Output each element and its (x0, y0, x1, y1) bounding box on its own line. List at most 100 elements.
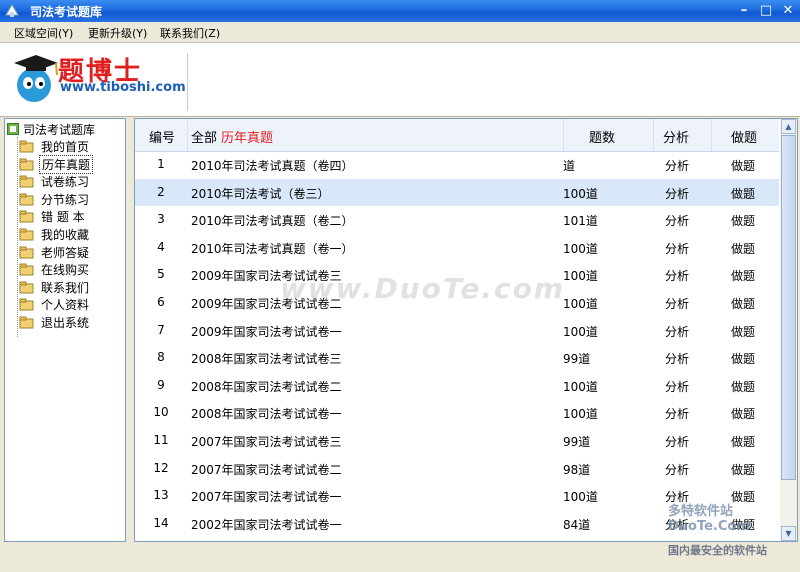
tree-item[interactable]: 错 题 本 (19, 208, 87, 225)
scroll-thumb[interactable] (781, 135, 796, 480)
row-name: 2007年国家司法考试试卷三 (191, 435, 342, 449)
app-icon (5, 4, 19, 17)
tree-item-label: 在线购买 (41, 263, 90, 278)
practice-link[interactable]: 做题 (731, 378, 755, 395)
row-name: 2002年国家司法考试试卷一 (191, 517, 342, 532)
row-count: 100道 (563, 297, 598, 311)
analyze-link[interactable]: 分析 (665, 323, 689, 340)
header-analyze[interactable]: 分析 (663, 127, 689, 146)
tree-item[interactable]: 试卷练习 (19, 173, 91, 190)
header-divider (653, 119, 654, 151)
table-row[interactable]: 10 2008年国家司法考试试卷一 100道 分析 做题 (135, 399, 779, 426)
table-row[interactable]: 7 2009年国家司法考试试卷一 100道 分析 做题 (135, 317, 779, 344)
scroll-down-button[interactable]: ▼ (781, 526, 796, 541)
row-name: 2008年国家司法考试试卷三 (191, 352, 342, 367)
close-button[interactable]: ✕ (780, 3, 796, 19)
tree-item[interactable]: 我的首页 (19, 138, 91, 155)
menu-contact[interactable]: 联系我们(Z) (160, 25, 220, 41)
practice-link[interactable]: 做题 (731, 433, 755, 450)
table-row[interactable]: 11 2007年国家司法考试试卷三 99道 分析 做题 (135, 427, 779, 454)
tree-item[interactable]: 个人资料 (19, 296, 91, 313)
row-num: 4 (157, 239, 165, 254)
practice-link[interactable]: 做题 (731, 267, 755, 284)
header-category[interactable]: 历年真题 (221, 127, 273, 146)
practice-link[interactable]: 做题 (731, 405, 755, 422)
tree-item-label: 我的首页 (41, 140, 90, 154)
practice-link[interactable]: 做题 (731, 461, 755, 478)
row-num: 6 (157, 295, 165, 309)
tree-item[interactable]: 我的收藏 (19, 226, 91, 243)
row-name: 2007年国家司法考试试卷一 (191, 490, 342, 505)
row-num: 12 (153, 460, 169, 475)
analyze-link[interactable]: 分析 (665, 212, 689, 229)
folder-icon (19, 281, 34, 294)
header-all[interactable]: 全部 (191, 127, 217, 146)
practice-link[interactable]: 做题 (731, 240, 755, 257)
tree-item-label: 退出系统 (41, 316, 90, 330)
table-row[interactable]: 8 2008年国家司法考试试卷三 99道 分析 做题 (135, 344, 779, 371)
analyze-link[interactable]: 分析 (665, 350, 689, 367)
tree-item[interactable]: 退出系统 (19, 314, 91, 331)
practice-link[interactable]: 做题 (731, 350, 755, 367)
logo-banner: 题博士 www.tiboshi.com (0, 43, 800, 117)
folder-icon (19, 246, 34, 259)
header-practice[interactable]: 做题 (731, 127, 757, 146)
row-count: 100道 (563, 186, 598, 201)
analyze-link[interactable]: 分析 (665, 405, 689, 422)
vertical-scrollbar[interactable]: ▲ ▼ (780, 119, 797, 541)
header-divider (187, 119, 188, 151)
maximize-button[interactable]: □ (758, 3, 774, 19)
tree-item-label: 分节练习 (41, 192, 90, 207)
row-num: 1 (157, 157, 165, 171)
folder-icon (19, 175, 34, 188)
tree-item-label: 历年真题 (39, 154, 94, 174)
tree-root[interactable]: 司法考试题库 (7, 121, 95, 137)
minimize-button[interactable]: – (736, 3, 752, 19)
nav-tree: 司法考试题库 我的首页 历年真题 试卷练习分节练习错 题 本我的收藏 老师答疑在线购买… (4, 118, 126, 542)
tree-guide-line (17, 137, 18, 337)
analyze-link[interactable]: 分析 (665, 295, 689, 312)
scroll-up-button[interactable]: ▲ (781, 119, 796, 134)
practice-link[interactable]: 做题 (731, 157, 755, 174)
table-row[interactable]: 3 2010年司法考试真题（卷二） 101道 分析 做题 (135, 206, 779, 233)
analyze-link[interactable]: 分析 (665, 433, 689, 450)
folder-icon (19, 210, 34, 223)
tree-item[interactable]: 在线购买 (19, 261, 91, 278)
table-row[interactable]: 12 2007年国家司法考试试卷二 98道 分析 做题 (135, 455, 779, 482)
row-count: 100道 (563, 241, 598, 256)
mascot-icon (14, 55, 58, 102)
practice-link[interactable]: 做题 (731, 212, 755, 229)
analyze-link[interactable]: 分析 (665, 461, 689, 478)
table-row[interactable]: 4 2010年司法考试真题（卷一） 100道 分析 做题 (135, 234, 779, 261)
grid-header: 编号 全部 历年真题 题数 分析 做题 (135, 119, 779, 152)
row-count: 道 (563, 159, 576, 173)
analyze-link[interactable]: 分析 (665, 240, 689, 257)
book-icon (7, 123, 19, 135)
tree-item[interactable]: 联系我们 (19, 279, 91, 296)
analyze-link[interactable]: 分析 (665, 378, 689, 395)
menu-region[interactable]: 区域空间(Y) (14, 25, 73, 41)
tree-item[interactable]: 分节练习 (19, 191, 91, 208)
analyze-link[interactable]: 分析 (665, 267, 689, 284)
tree-item-label: 试卷练习 (41, 175, 90, 190)
analyze-link[interactable]: 分析 (665, 185, 689, 202)
row-count: 100道 (563, 490, 598, 505)
table-row[interactable]: 2 2010年司法考试（卷三） 100道 分析 做题 (135, 178, 779, 206)
header-count[interactable]: 题数 (589, 127, 615, 146)
practice-link[interactable]: 做题 (731, 323, 755, 340)
folder-icon (19, 158, 34, 171)
tree-item[interactable]: 老师答疑 (19, 244, 91, 261)
table-row[interactable]: 1 2010年司法考试真题（卷四） 道 分析 做题 (135, 151, 779, 178)
row-count: 98道 (563, 462, 591, 477)
table-row[interactable]: 9 2008年国家司法考试试卷二 100道 分析 做题 (135, 372, 779, 399)
menu-update[interactable]: 更新升级(Y) (88, 25, 147, 41)
practice-link[interactable]: 做题 (731, 295, 755, 312)
analyze-link[interactable]: 分析 (665, 157, 689, 174)
row-num: 14 (153, 515, 169, 530)
practice-link[interactable]: 做题 (731, 185, 755, 202)
row-num: 7 (157, 322, 165, 337)
folder-icon (19, 298, 34, 311)
row-count: 101道 (563, 214, 598, 229)
header-num[interactable]: 编号 (149, 127, 175, 146)
tree-item[interactable]: 历年真题 (19, 154, 94, 174)
